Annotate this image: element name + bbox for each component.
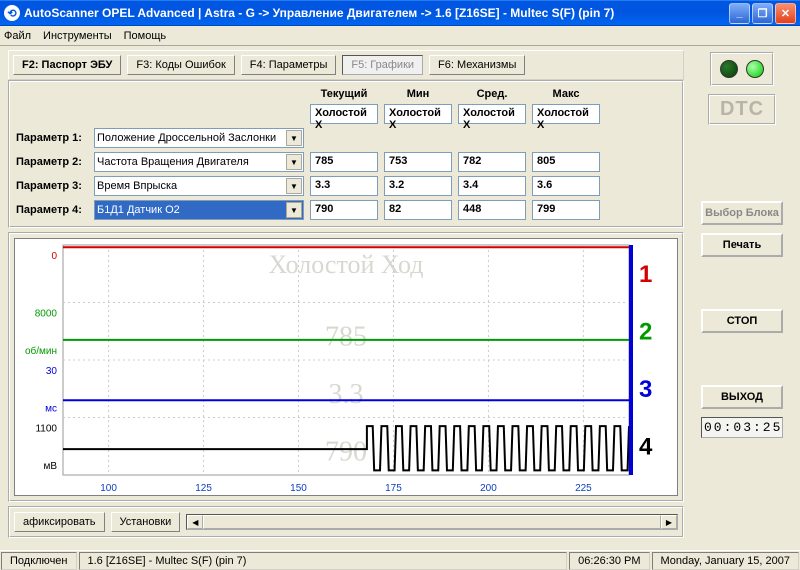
p3-cur: 3.3 xyxy=(310,176,378,196)
p4-min: 82 xyxy=(384,200,452,220)
app-icon xyxy=(4,5,20,21)
menu-file[interactable]: Файл xyxy=(4,30,31,42)
close-button[interactable]: ✕ xyxy=(775,3,796,24)
status-connected: Подключен xyxy=(1,552,77,570)
f5-button[interactable]: F5: Графики xyxy=(342,55,423,75)
mode-cur: Холостой Х xyxy=(310,104,378,124)
p2-min: 753 xyxy=(384,152,452,172)
settings-button[interactable]: Установки xyxy=(111,512,181,532)
statusbar: Подключен 1.6 [Z16SE] - Multec S(F) (pin… xyxy=(0,550,800,570)
exit-button[interactable]: ВЫХОД xyxy=(701,385,783,409)
menu-tools[interactable]: Инструменты xyxy=(43,30,112,42)
svg-text:175: 175 xyxy=(385,483,402,494)
chart: 1 0 2 8000 об/мин 785 3 30 мс 3.3 4 1100 мВ 790 Холост… xyxy=(14,238,678,496)
chevron-down-icon: ▼ xyxy=(286,154,302,170)
bottom-controls: афиксировать Установки ◀ ▶ xyxy=(8,506,684,538)
svg-text:790: 790 xyxy=(325,436,367,467)
led-2 xyxy=(746,60,764,78)
status-time: 06:26:30 PM xyxy=(569,552,649,570)
svg-text:0: 0 xyxy=(51,251,57,262)
p3-avg: 3.4 xyxy=(458,176,526,196)
p2-max: 805 xyxy=(532,152,600,172)
svg-text:об/мин: об/мин xyxy=(25,345,57,357)
mode-min: Холостой Х xyxy=(384,104,452,124)
led-1 xyxy=(720,60,738,78)
status-date: Monday, January 15, 2007 xyxy=(652,552,799,570)
f4-button[interactable]: F4: Параметры xyxy=(241,55,337,75)
svg-text:мс: мс xyxy=(45,404,57,415)
p4-avg: 448 xyxy=(458,200,526,220)
mode-max: Холостой Х xyxy=(532,104,600,124)
svg-text:150: 150 xyxy=(290,483,307,494)
svg-text:785: 785 xyxy=(325,321,367,352)
window-title: AutoScanner OPEL Advanced | Astra - G ->… xyxy=(24,6,727,20)
col-current: Текущий xyxy=(310,88,378,100)
p2-avg: 782 xyxy=(458,152,526,172)
svg-text:1: 1 xyxy=(639,261,652,288)
param3-label: Параметр 3: xyxy=(16,180,88,192)
svg-text:2: 2 xyxy=(639,318,652,345)
param1-label: Параметр 1: xyxy=(16,132,88,144)
scroll-right-button[interactable]: ▶ xyxy=(661,515,677,529)
chevron-down-icon: ▼ xyxy=(286,178,302,194)
param4-combo[interactable]: Б1Д1 Датчик O2 ▼ xyxy=(94,200,304,220)
svg-text:100: 100 xyxy=(100,483,117,494)
p4-max: 799 xyxy=(532,200,600,220)
chevron-down-icon: ▼ xyxy=(286,202,302,218)
chart-panel: 1 0 2 8000 об/мин 785 3 30 мс 3.3 4 1100 мВ 790 Холост… xyxy=(8,232,684,502)
p3-max: 3.6 xyxy=(532,176,600,196)
parameter-grid: Текущий Мин Сред. Макс Холостой Х Холост… xyxy=(8,80,684,228)
param2-combo[interactable]: Частота Вращения Двигателя ▼ xyxy=(94,152,304,172)
titlebar: AutoScanner OPEL Advanced | Astra - G ->… xyxy=(0,0,800,26)
function-toolbar: F2: Паспорт ЭБУ F3: Коды Ошибок F4: Пара… xyxy=(8,50,684,80)
svg-text:мВ: мВ xyxy=(43,461,57,472)
param2-label: Параметр 2: xyxy=(16,156,88,168)
svg-text:225: 225 xyxy=(575,483,592,494)
chevron-down-icon: ▼ xyxy=(286,130,302,146)
svg-text:1100: 1100 xyxy=(35,424,57,435)
status-module: 1.6 [Z16SE] - Multec S(F) (pin 7) xyxy=(79,552,568,570)
p4-cur: 790 xyxy=(310,200,378,220)
menubar: Файл Инструменты Помощь xyxy=(0,26,800,46)
p3-min: 3.2 xyxy=(384,176,452,196)
col-avg: Сред. xyxy=(458,88,526,100)
svg-text:8000: 8000 xyxy=(35,309,58,320)
col-min: Мин xyxy=(384,88,452,100)
fix-button[interactable]: афиксировать xyxy=(14,512,105,532)
timer-display: 00:03:25 xyxy=(701,417,783,438)
select-block-button[interactable]: Выбор Блока xyxy=(701,201,783,225)
p2-cur: 785 xyxy=(310,152,378,172)
col-max: Макс xyxy=(532,88,600,100)
svg-text:3.3: 3.3 xyxy=(329,379,364,410)
param1-combo[interactable]: Положение Дроссельной Заслонки ▼ xyxy=(94,128,304,148)
param4-label: Параметр 4: xyxy=(16,204,88,216)
dtc-indicator: DTC xyxy=(708,94,776,125)
scroll-left-button[interactable]: ◀ xyxy=(187,515,203,529)
param3-combo[interactable]: Время Впрыска ▼ xyxy=(94,176,304,196)
svg-text:Холостой Ход: Холостой Ход xyxy=(268,250,423,279)
print-button[interactable]: Печать xyxy=(701,233,783,257)
led-panel xyxy=(710,52,774,86)
f3-button[interactable]: F3: Коды Ошибок xyxy=(127,55,234,75)
svg-text:125: 125 xyxy=(195,483,212,494)
minimize-button[interactable]: _ xyxy=(729,3,750,24)
maximize-button[interactable]: ❐ xyxy=(752,3,773,24)
mode-avg: Холостой Х xyxy=(458,104,526,124)
hscrollbar[interactable]: ◀ ▶ xyxy=(186,514,678,530)
svg-text:200: 200 xyxy=(480,483,497,494)
svg-text:30: 30 xyxy=(46,366,58,377)
stop-button[interactable]: СТОП xyxy=(701,309,783,333)
f2-button[interactable]: F2: Паспорт ЭБУ xyxy=(13,55,121,75)
svg-text:4: 4 xyxy=(639,433,653,460)
svg-text:3: 3 xyxy=(639,376,652,403)
scroll-thumb[interactable] xyxy=(203,515,661,529)
menu-help[interactable]: Помощь xyxy=(124,30,167,42)
f6-button[interactable]: F6: Механизмы xyxy=(429,55,525,75)
